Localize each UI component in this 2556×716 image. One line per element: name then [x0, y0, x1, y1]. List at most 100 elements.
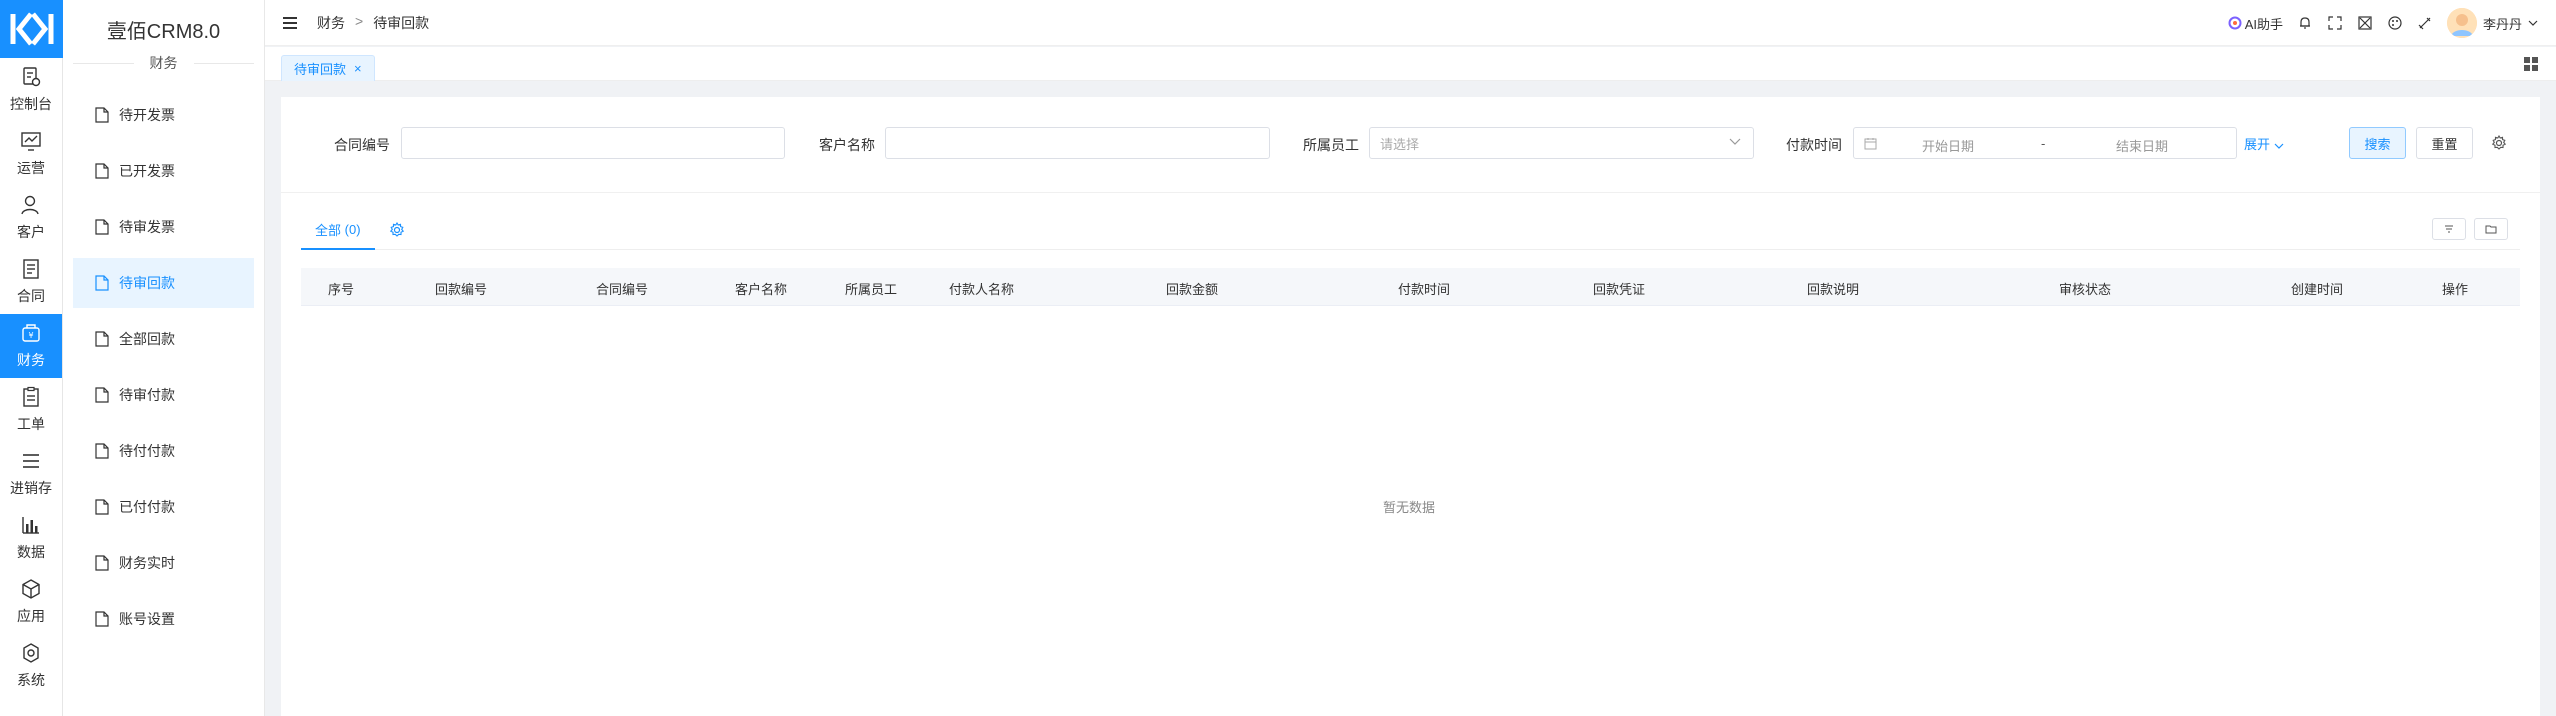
- close-icon[interactable]: ×: [354, 61, 362, 76]
- logo-icon: [10, 12, 53, 46]
- document-icon: [95, 331, 109, 347]
- skin-icon[interactable]: [2417, 15, 2433, 31]
- sidebar-item-review-invoice[interactable]: 待审发票: [73, 202, 254, 252]
- header-toolbar: AI助手 李丹丹: [2228, 0, 2538, 46]
- sidebar-item-label: 账号设置: [119, 611, 175, 627]
- rail-item-data[interactable]: 数据: [0, 506, 62, 570]
- filter-icon: [2445, 225, 2453, 233]
- finance-icon: ¥: [22, 324, 40, 342]
- breadcrumb-item[interactable]: 财务: [317, 13, 345, 33]
- column-header: 审核状态: [2059, 282, 2112, 297]
- sidebar-item-pending-invoice[interactable]: 待开发票: [73, 90, 254, 140]
- sidebar-item-label: 待审发票: [119, 219, 175, 235]
- document-icon: [95, 107, 109, 123]
- top-header: 财务 > 待审回款 AI助手 李丹丹: [265, 0, 2556, 46]
- rail-item-system[interactable]: 系统: [0, 634, 62, 698]
- sidebar-section-title: 财务: [73, 55, 254, 71]
- sidebar-item-account-settings[interactable]: 账号设置: [73, 594, 254, 644]
- folder-button[interactable]: [2474, 218, 2508, 240]
- column-header: 付款人名称: [949, 282, 1015, 297]
- chevron-down-icon: [2528, 20, 2538, 26]
- rail-item-ticket[interactable]: 工单: [0, 378, 62, 442]
- user-menu[interactable]: 李丹丹: [2446, 8, 2538, 38]
- rail-item-label: 系统: [17, 672, 45, 688]
- document-icon: [95, 555, 109, 571]
- breadcrumb: 财务 > 待审回款: [317, 13, 429, 33]
- sidebar-item-review-payment[interactable]: 待审付款: [73, 370, 254, 420]
- rail-item-inventory[interactable]: 进销存: [0, 442, 62, 506]
- rail-item-label: 进销存: [10, 480, 52, 496]
- breadcrumb-item-current: 待审回款: [373, 14, 430, 31]
- contract-no-input[interactable]: [401, 127, 785, 159]
- ticket-icon: [23, 386, 39, 407]
- chart-icon: [21, 132, 41, 151]
- palette-icon[interactable]: [2387, 15, 2403, 31]
- document-icon: [95, 275, 109, 291]
- settings-icon: [23, 643, 39, 663]
- rail-item-customer[interactable]: 客户: [0, 186, 62, 250]
- brand-title: 壹佰CRM8.0: [106, 20, 221, 43]
- end-date-placeholder[interactable]: 结束日期: [2116, 136, 2168, 155]
- menu-toggle-icon[interactable]: [283, 16, 297, 29]
- sidebar-item-label: 已开发票: [119, 163, 175, 179]
- expand-filters-button[interactable]: 展开: [2244, 134, 2284, 153]
- sidebar-item-issued-invoice[interactable]: 已开发票: [73, 146, 254, 196]
- avatar: [2446, 8, 2477, 38]
- tab-label: 待审回款: [294, 62, 347, 77]
- ai-assistant-button[interactable]: AI助手: [2228, 14, 2283, 33]
- theme-icon[interactable]: [2357, 15, 2373, 31]
- document-icon: [95, 387, 109, 403]
- sidebar-item-pending-payment[interactable]: 待付付款: [73, 426, 254, 476]
- grid-menu-icon[interactable]: [2524, 57, 2538, 71]
- sidebar-item-paid-payment[interactable]: 已付付款: [73, 482, 254, 532]
- pay-time-range[interactable]: 开始日期 - 结束日期: [1853, 127, 2237, 159]
- rail-item-contract[interactable]: 合同: [0, 250, 62, 314]
- range-separator: -: [2041, 136, 2046, 151]
- user-name: 李丹丹: [2482, 16, 2522, 32]
- sidebar-item-label: 待付付款: [119, 443, 175, 459]
- ai-icon: [2228, 16, 2242, 30]
- staff-label: 所属员工: [1303, 137, 1359, 153]
- sidebar-item-all-payment-received[interactable]: 全部回款: [73, 314, 254, 364]
- pay-time-label: 付款时间: [1786, 137, 1842, 153]
- search-button[interactable]: 搜索: [2349, 127, 2406, 159]
- app-logo[interactable]: [0, 0, 63, 58]
- rail-item-operations[interactable]: 运营: [0, 122, 62, 186]
- staff-select[interactable]: 请选择: [1369, 127, 1754, 159]
- rail-item-label: 应用: [17, 608, 45, 624]
- gear-icon[interactable]: [389, 222, 405, 238]
- sidebar-item-label: 财务实时: [119, 555, 175, 571]
- rail-item-label: 财务: [17, 352, 45, 368]
- customer-name-label: 客户名称: [819, 137, 875, 153]
- table-header: 序号 回款编号 合同编号 客户名称 所属员工 付款人名称 回款金额 付款时间 回…: [301, 268, 2520, 306]
- contract-icon: [23, 259, 39, 279]
- expand-label: 展开: [2244, 137, 2271, 152]
- gear-icon[interactable]: [2491, 135, 2507, 151]
- column-header: 回款编号: [435, 282, 488, 297]
- column-header: 创建时间: [2291, 282, 2344, 297]
- column-header: 序号: [328, 282, 355, 297]
- rail-item-label: 工单: [17, 416, 45, 432]
- sidebar-item-review-payment-received[interactable]: 待审回款: [73, 258, 254, 308]
- customer-name-input[interactable]: [885, 127, 1270, 159]
- rail-item-label: 控制台: [10, 96, 52, 112]
- tab-review-payment-received[interactable]: 待审回款 ×: [281, 55, 375, 81]
- bell-icon[interactable]: [2297, 15, 2313, 31]
- chevron-down-icon: [1729, 138, 1741, 145]
- calendar-icon: [1864, 138, 1877, 150]
- rail-item-finance[interactable]: ¥ 财务: [0, 314, 62, 378]
- rail-item-apps[interactable]: 应用: [0, 570, 62, 634]
- sidebar-item-finance-realtime[interactable]: 财务实时: [73, 538, 254, 588]
- fullscreen-icon[interactable]: [2327, 15, 2343, 31]
- list-tabs: 全部 (0): [301, 210, 2520, 250]
- filter-toggle-button[interactable]: [2432, 218, 2466, 240]
- column-header: 客户名称: [735, 282, 788, 297]
- start-date-placeholder[interactable]: 开始日期: [1922, 136, 1974, 155]
- document-icon: [95, 443, 109, 459]
- column-header: 合同编号: [596, 282, 649, 297]
- rail-item-dashboard[interactable]: 控制台: [0, 58, 62, 122]
- sidebar-item-label: 待审付款: [119, 387, 175, 403]
- column-header: 回款说明: [1807, 282, 1860, 297]
- reset-button[interactable]: 重置: [2416, 127, 2473, 159]
- tab-all[interactable]: 全部 (0): [301, 210, 375, 250]
